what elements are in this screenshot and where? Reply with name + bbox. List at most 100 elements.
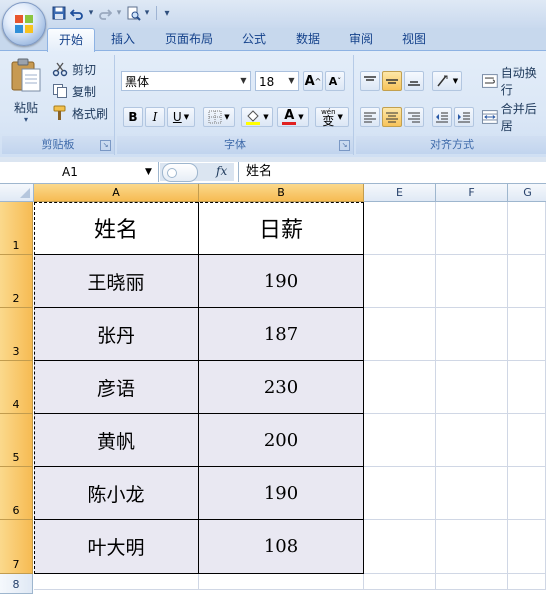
empty-cell[interactable] [436, 202, 508, 255]
tab-data[interactable]: 数据 [286, 28, 330, 50]
format-painter-button[interactable]: 格式刷 [52, 103, 108, 123]
empty-cell[interactable] [508, 308, 546, 361]
name-box[interactable]: A1 ▼ [0, 162, 159, 182]
row-header-6[interactable]: 6 [0, 467, 33, 520]
empty-cell[interactable] [364, 414, 436, 467]
customize-quick-access-icon[interactable]: ▾ [161, 4, 173, 22]
empty-cell[interactable] [436, 414, 508, 467]
align-bottom-button[interactable] [404, 71, 424, 91]
empty-cell[interactable] [364, 520, 436, 574]
column-header-a[interactable]: A [34, 184, 199, 202]
empty-cell[interactable] [508, 255, 546, 308]
formula-input[interactable]: 姓名 [246, 162, 272, 182]
align-middle-button[interactable] [382, 71, 402, 91]
font-launcher-icon[interactable]: ↘ [339, 140, 350, 151]
empty-cell[interactable] [364, 308, 436, 361]
column-header-f[interactable]: F [436, 184, 508, 202]
empty-cell[interactable] [436, 574, 508, 590]
redo-icon[interactable] [96, 4, 114, 22]
cell-b7[interactable]: 108 [199, 520, 364, 574]
empty-cell[interactable] [364, 255, 436, 308]
empty-cell[interactable] [364, 202, 436, 255]
empty-cell[interactable] [436, 520, 508, 574]
cell-a7[interactable]: 叶大明 [34, 520, 199, 574]
cell-a6[interactable]: 陈小龙 [34, 467, 199, 520]
insert-function-icon[interactable]: fx [216, 164, 227, 178]
formula-expand-handle[interactable] [162, 163, 198, 182]
column-header-b[interactable]: B [199, 184, 364, 202]
empty-cell[interactable] [34, 574, 199, 590]
merge-center-button[interactable]: 合并后居 [482, 102, 546, 133]
empty-cell[interactable] [508, 520, 546, 574]
empty-cell[interactable] [508, 361, 546, 414]
column-header-e[interactable]: E [364, 184, 436, 202]
row-header-4[interactable]: 4 [0, 361, 33, 414]
tab-insert[interactable]: 插入 [102, 28, 144, 50]
empty-cell[interactable] [364, 361, 436, 414]
empty-cell[interactable] [436, 467, 508, 520]
save-icon[interactable] [50, 4, 68, 22]
undo-dropdown-icon[interactable]: ▾ [86, 4, 96, 22]
copy-button[interactable]: 复制 [52, 81, 96, 101]
tab-view[interactable]: 视图 [392, 28, 436, 50]
cell-b2[interactable]: 190 [199, 255, 364, 308]
name-box-dropdown-icon[interactable]: ▼ [145, 162, 152, 182]
tab-formulas[interactable]: 公式 [232, 28, 276, 50]
print-preview-icon[interactable] [124, 4, 142, 22]
cell-a2[interactable]: 王晓丽 [34, 255, 199, 308]
cell-b5[interactable]: 200 [199, 414, 364, 467]
cell-b4[interactable]: 230 [199, 361, 364, 414]
font-size-select[interactable]: 18 ▼ [255, 71, 299, 91]
empty-cell[interactable] [508, 467, 546, 520]
orientation-button[interactable]: ▼ [432, 71, 462, 91]
decrease-indent-button[interactable] [432, 107, 452, 127]
empty-cell[interactable] [508, 574, 546, 590]
cell-a4[interactable]: 彦语 [34, 361, 199, 414]
tab-home[interactable]: 开始 [47, 28, 95, 52]
phonetic-button[interactable]: wén 变 ▼ [315, 107, 349, 127]
cell-b3[interactable]: 187 [199, 308, 364, 361]
fill-color-button[interactable]: ▼ [241, 107, 273, 127]
select-all-corner[interactable] [0, 184, 34, 202]
font-name-dropdown-icon[interactable]: ▼ [236, 72, 250, 90]
row-header-1[interactable]: 1 [0, 202, 33, 255]
cell-a1[interactable]: 姓名 [34, 202, 199, 255]
empty-cell[interactable] [436, 255, 508, 308]
empty-cell[interactable] [436, 308, 508, 361]
borders-button[interactable]: ▼ [203, 107, 235, 127]
row-header-2[interactable]: 2 [0, 255, 33, 308]
shrink-font-button[interactable]: Aˇ [325, 71, 345, 91]
cut-button[interactable]: 剪切 [52, 59, 96, 79]
undo-icon[interactable] [68, 4, 86, 22]
grow-font-button[interactable]: A ^ [303, 71, 323, 91]
align-right-button[interactable] [404, 107, 424, 127]
empty-cell[interactable] [508, 414, 546, 467]
empty-cell[interactable] [199, 574, 364, 590]
wrap-text-button[interactable]: 自动换行 [482, 66, 546, 97]
row-header-5[interactable]: 5 [0, 414, 33, 467]
cell-b6[interactable]: 190 [199, 467, 364, 520]
font-name-select[interactable]: 黑体 ▼ [121, 71, 251, 91]
office-button[interactable] [2, 2, 46, 46]
empty-cell[interactable] [436, 361, 508, 414]
column-header-g[interactable]: G [508, 184, 546, 202]
paste-button[interactable]: 粘贴 ▾ [6, 57, 46, 135]
cell-b1[interactable]: 日薪 [199, 202, 364, 255]
tab-page-layout[interactable]: 页面布局 [157, 28, 221, 50]
cell-a5[interactable]: 黄帆 [34, 414, 199, 467]
cell-a3[interactable]: 张丹 [34, 308, 199, 361]
empty-cell[interactable] [364, 467, 436, 520]
clipboard-launcher-icon[interactable]: ↘ [100, 140, 111, 151]
print-dropdown-icon[interactable]: ▾ [142, 4, 152, 22]
increase-indent-button[interactable] [454, 107, 474, 127]
tab-review[interactable]: 审阅 [339, 28, 383, 50]
row-header-7[interactable]: 7 [0, 520, 33, 574]
row-header-3[interactable]: 3 [0, 308, 33, 361]
font-color-button[interactable]: A ▼ [277, 107, 309, 127]
align-left-button[interactable] [360, 107, 380, 127]
underline-button[interactable]: U ▼ [167, 107, 195, 127]
italic-button[interactable]: I [145, 107, 165, 127]
align-top-button[interactable] [360, 71, 380, 91]
align-center-button[interactable] [382, 107, 402, 127]
empty-cell[interactable] [364, 574, 436, 590]
